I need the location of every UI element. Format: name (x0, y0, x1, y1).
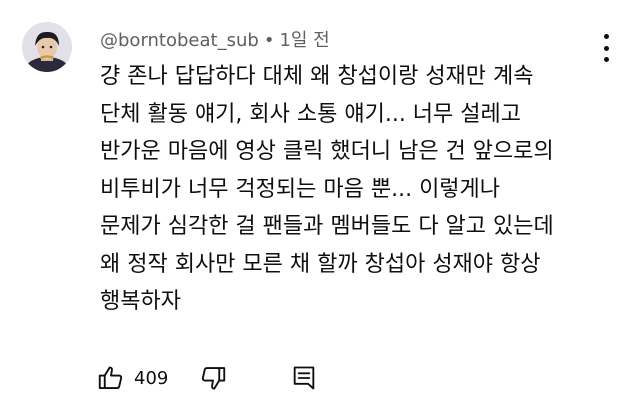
comment-reply-icon (294, 366, 315, 390)
comment-line: 문제가 심각한 걸 팬들과 멤버들도 다 알고 있는데 (100, 214, 554, 239)
comment-line: 비투비가 너무 걱정되는 마음 뿐... 이렇게나 (100, 176, 501, 202)
comment-actions: 409 (96, 360, 318, 396)
thumbs-down-icon (202, 367, 226, 390)
comment-line: 반가운 마음에 영상 클릭 했더니 남은 건 앞으로의 (100, 139, 554, 164)
comment-text: 걍 존나 답답하다 대체 왜 창섭이랑 성재만 계속 단체 활동 얘기, 회사 … (100, 58, 628, 321)
like-button[interactable]: 409 (96, 363, 168, 393)
timestamp[interactable]: 1일 전 (279, 30, 329, 51)
thumbs-up-icon (98, 366, 123, 389)
dislike-button[interactable] (198, 363, 228, 393)
separator-dot: • (263, 30, 275, 51)
avatar[interactable] (22, 22, 72, 72)
comment-line: 걍 존나 답답하다 대체 왜 창섭이랑 성재만 계속 (100, 64, 534, 89)
comment-header: @borntobeat_sub • 1일 전 (100, 26, 330, 52)
comment-line: 행복하자 (100, 289, 181, 314)
comment-line: 왜 정작 회사만 모른 채 할까 창섭아 성재야 항상 (100, 251, 541, 277)
author-name[interactable]: @borntobeat_sub (100, 30, 259, 51)
like-count: 409 (134, 367, 169, 389)
comment-line: 단체 활동 얘기, 회사 소통 얘기... 너무 설레고 (100, 101, 522, 127)
reply-button[interactable] (290, 363, 318, 393)
